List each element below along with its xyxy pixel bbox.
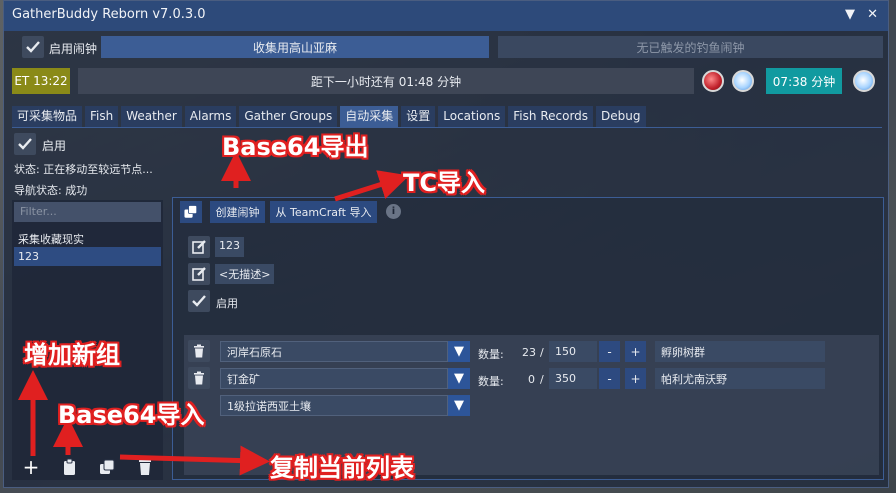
arrow-copy-list (119, 445, 270, 476)
annotation-add-group: 增加新组 (24, 341, 120, 369)
annotation-export: Base64导出 (222, 133, 369, 161)
arrow-tc-import (334, 170, 410, 202)
annotation-copy-list: 复制当前列表 (270, 454, 414, 482)
annotation-import: Base64导入 (58, 401, 205, 429)
annotation-tc-import: TC导入 (403, 169, 485, 197)
